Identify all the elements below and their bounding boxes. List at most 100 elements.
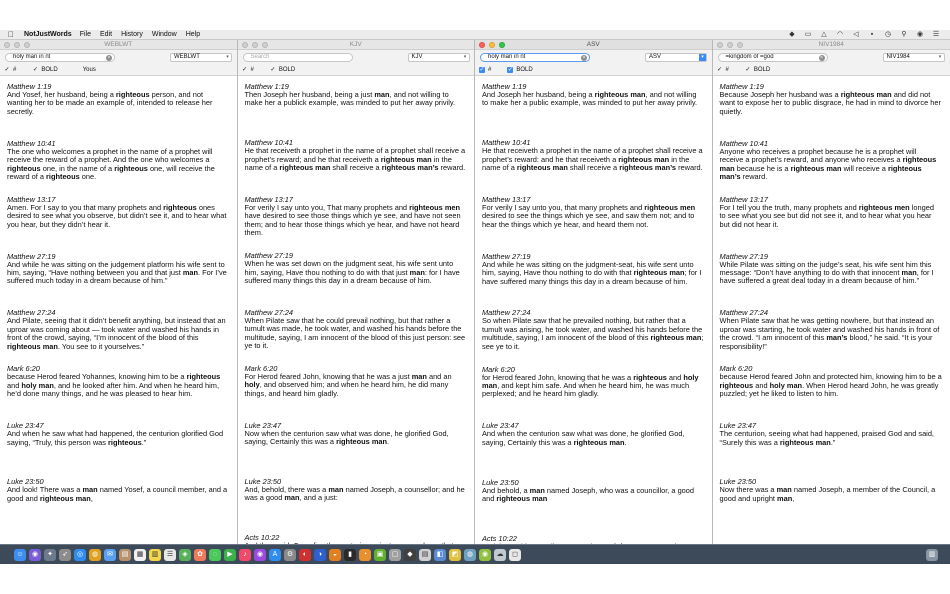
notes-icon[interactable]: ▥ bbox=[149, 548, 161, 561]
podcasts-icon[interactable]: ◉ bbox=[254, 548, 266, 561]
verse-result[interactable]: Matthew 10:41 The one who welcomes a prop… bbox=[7, 139, 229, 182]
search-input[interactable]: =kingdom of =god bbox=[717, 53, 828, 62]
trash-icon[interactable]: ▥ bbox=[926, 548, 938, 561]
verse-result[interactable]: Matthew 10:41 He that receiveth a prophet… bbox=[482, 138, 704, 172]
launchpad-icon[interactable]: ✦ bbox=[44, 548, 56, 561]
verse-result[interactable]: Matthew 27:24 And Pilate, seeing that it … bbox=[7, 308, 229, 351]
menu-help[interactable]: Help bbox=[186, 31, 200, 38]
checkbox[interactable]: ✓ bbox=[242, 67, 248, 73]
contacts-icon[interactable]: ▤ bbox=[119, 548, 131, 561]
app-menu[interactable]: NotJustWords bbox=[24, 31, 72, 38]
verse-result[interactable]: Mark 6:20 because Herod feared John and p… bbox=[720, 364, 943, 398]
finder-icon[interactable]: ☺ bbox=[14, 548, 26, 561]
menu-window[interactable]: Window bbox=[152, 31, 177, 38]
app-globe-icon[interactable]: ◍ bbox=[464, 548, 476, 561]
verse-result[interactable]: Mark 6:20 For Herod feared John, knowing … bbox=[245, 364, 467, 398]
app-folder-icon[interactable]: ◧ bbox=[434, 548, 446, 561]
option-verse-numbers[interactable]: ✓ # bbox=[717, 67, 729, 73]
search-input[interactable]: holy man in nt bbox=[480, 53, 590, 62]
close-button[interactable] bbox=[4, 42, 10, 48]
option-verse-numbers[interactable]: ✓ # bbox=[4, 67, 16, 73]
zoom-button[interactable] bbox=[499, 42, 505, 48]
option-verse-numbers[interactable]: ✓ # bbox=[242, 67, 254, 73]
app-cloud-icon[interactable]: ☁ bbox=[494, 548, 506, 561]
appstore-icon[interactable]: A bbox=[269, 548, 281, 561]
verse-result[interactable]: Matthew 1:19 Because Joseph her husband w… bbox=[720, 82, 943, 116]
option-bold[interactable]: ✓ BOLD bbox=[507, 66, 533, 73]
siri-icon[interactable]: ◉ bbox=[916, 31, 924, 38]
app-white-icon[interactable]: ◻ bbox=[509, 548, 521, 561]
zoom-button[interactable] bbox=[736, 42, 743, 48]
checkbox[interactable]: ✓ bbox=[32, 67, 38, 73]
verse-result[interactable]: Matthew 13:17 For verily I say unto you, … bbox=[482, 195, 704, 229]
version-select[interactable]: WEBLWT ▾ bbox=[170, 53, 232, 62]
version-select[interactable]: ASV ▾ bbox=[645, 53, 707, 62]
option-yous[interactable]: Yous bbox=[74, 67, 96, 73]
apple-icon[interactable]:  bbox=[4, 30, 18, 39]
verse-result[interactable]: Luke 23:50 And, behold, there was a man n… bbox=[245, 477, 467, 503]
checkbox[interactable]: ✓ bbox=[4, 67, 10, 73]
verse-result[interactable]: Mark 6:20 because Herod feared Yohannes, … bbox=[7, 364, 229, 398]
verse-result[interactable]: Luke 23:50 Now there was a man named Jose… bbox=[720, 477, 943, 503]
checkbox[interactable]: ✓ bbox=[717, 67, 723, 73]
app-rss-icon[interactable]: ◔ bbox=[359, 548, 371, 561]
option-bold[interactable]: ✓ BOLD bbox=[270, 67, 295, 73]
zoom-button[interactable] bbox=[24, 42, 30, 48]
option-verse-numbers[interactable]: ✓ # bbox=[479, 66, 491, 73]
verse-result[interactable]: Matthew 1:19 And Yosef, her husband, bein… bbox=[7, 82, 229, 116]
reminders-icon[interactable]: ☰ bbox=[164, 548, 176, 561]
verse-result[interactable]: Matthew 13:17 For verily I say unto you, … bbox=[245, 195, 467, 238]
option-bold[interactable]: ✓ BOLD bbox=[32, 67, 58, 73]
volume-icon[interactable]: ◁ bbox=[852, 31, 860, 38]
app-red-icon[interactable]: ◐ bbox=[299, 548, 311, 561]
minimize-button[interactable] bbox=[251, 42, 258, 48]
verse-result[interactable]: Matthew 27:24 When Pilate saw that he was… bbox=[720, 308, 943, 351]
verse-result[interactable]: Matthew 27:19 When he was set down on the… bbox=[245, 251, 467, 285]
verse-result[interactable]: Matthew 10:41 He that receiveth a prophet… bbox=[245, 138, 467, 172]
minimize-button[interactable] bbox=[726, 42, 733, 48]
photos-icon[interactable]: ✿ bbox=[194, 548, 206, 561]
messages-icon[interactable]: ◌ bbox=[209, 548, 221, 561]
menu-history[interactable]: History bbox=[121, 31, 143, 38]
version-select[interactable]: NIV1984 ▾ bbox=[882, 53, 945, 62]
app-orange-icon[interactable]: ◒ bbox=[329, 548, 341, 561]
display-icon[interactable]: ▭ bbox=[804, 31, 812, 38]
rocket-icon[interactable]: ➶ bbox=[59, 548, 71, 561]
menu-edit[interactable]: Edit bbox=[100, 31, 112, 38]
verse-result[interactable]: Luke 23:47 Now when the centurion saw wha… bbox=[245, 421, 467, 447]
verse-result[interactable]: Mark 6:20 for Herod feared John, knowing … bbox=[482, 365, 704, 399]
checkbox[interactable]: ✓ bbox=[270, 67, 276, 73]
flag-icon[interactable]: ▪ bbox=[868, 31, 876, 38]
safari-icon[interactable]: ◎ bbox=[74, 548, 86, 561]
app-gray-icon[interactable]: ▢ bbox=[389, 548, 401, 561]
calendar-icon[interactable]: ▦ bbox=[134, 548, 146, 561]
verse-result[interactable]: Luke 23:50 And look! There was a man name… bbox=[7, 477, 229, 503]
verse-result[interactable]: Matthew 1:19 Then Joseph her husband, bei… bbox=[245, 82, 467, 108]
option-bold[interactable]: ✓ BOLD bbox=[745, 67, 770, 73]
verse-result[interactable]: Matthew 1:19 And Joseph her husband, bein… bbox=[482, 82, 704, 108]
music-icon[interactable]: ♪ bbox=[239, 548, 251, 561]
verse-result[interactable]: Matthew 27:24 So when Pilate saw that he … bbox=[482, 308, 704, 351]
minimize-button[interactable] bbox=[14, 42, 20, 48]
preferences-icon[interactable]: ⚙ bbox=[284, 548, 296, 561]
search-input[interactable]: Search bbox=[242, 53, 353, 62]
dropbox-icon[interactable]: ◆ bbox=[788, 31, 796, 38]
wifi-icon[interactable]: ◠ bbox=[836, 31, 844, 38]
terminal-icon[interactable]: ▮ bbox=[344, 548, 356, 561]
checkbox[interactable]: ✓ bbox=[745, 67, 751, 73]
close-button[interactable] bbox=[716, 42, 723, 48]
app-lime-icon[interactable]: ◉ bbox=[479, 548, 491, 561]
close-button[interactable] bbox=[241, 42, 248, 48]
verse-result[interactable]: Matthew 27:19 And while he was sitting on… bbox=[482, 252, 704, 286]
zoom-button[interactable] bbox=[261, 42, 268, 48]
version-select[interactable]: KJV ▾ bbox=[407, 53, 470, 62]
app-green-icon[interactable]: ▣ bbox=[374, 548, 386, 561]
verse-result[interactable]: Luke 23:47 And when the centurion saw wha… bbox=[482, 421, 704, 447]
facetime-icon[interactable]: ▶ bbox=[224, 548, 236, 561]
close-button[interactable] bbox=[479, 42, 485, 48]
chrome-icon[interactable]: ◍ bbox=[89, 548, 101, 561]
minimize-button[interactable] bbox=[489, 42, 495, 48]
mail-icon[interactable]: ✉ bbox=[104, 548, 116, 561]
siri-icon[interactable]: ◉ bbox=[29, 548, 41, 561]
clear-search-icon[interactable]: × bbox=[106, 55, 112, 61]
